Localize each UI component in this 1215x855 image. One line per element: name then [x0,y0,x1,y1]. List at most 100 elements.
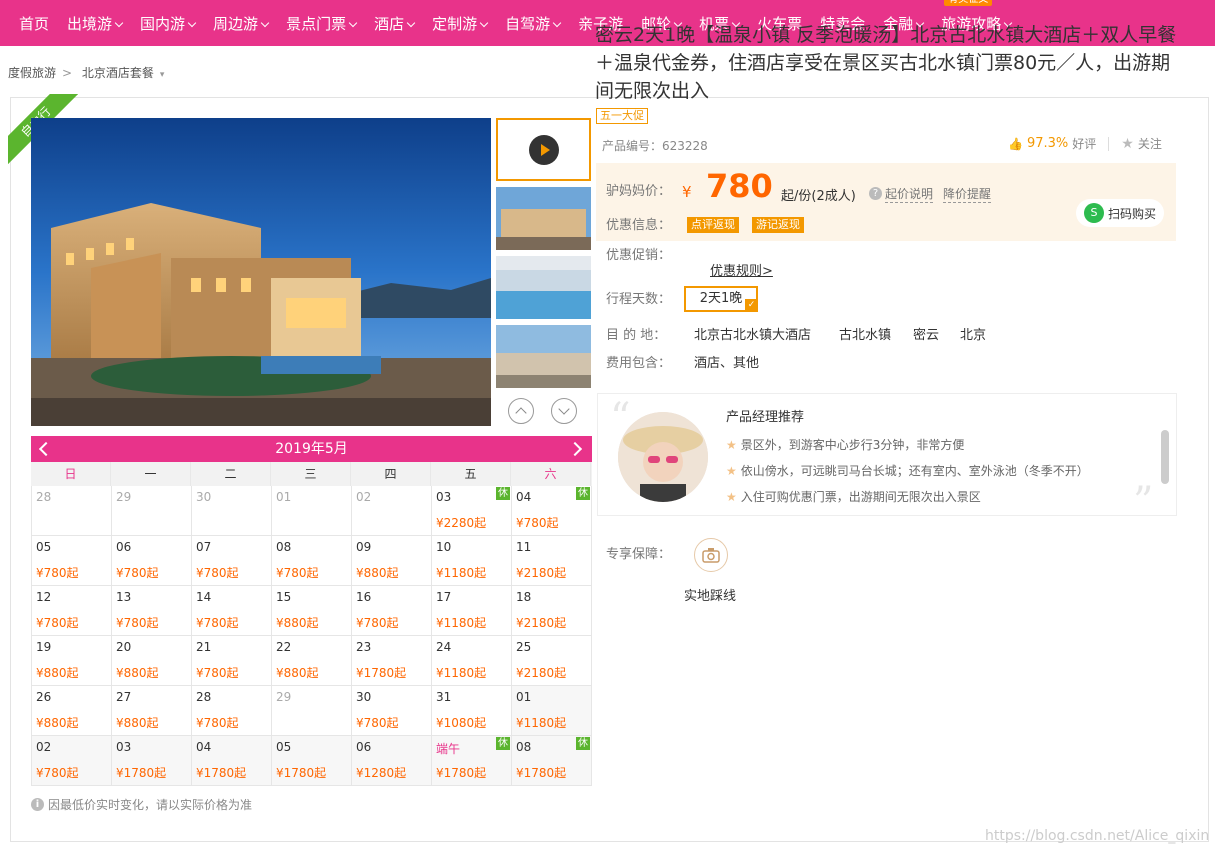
promo-rules-link[interactable]: 优惠规则> [710,260,773,279]
day-price: ¥880起 [116,716,159,730]
calendar-day[interactable]: 10 ¥1180起 [432,536,512,586]
video-thumbnail[interactable] [496,118,591,181]
offer-tag-review[interactable]: 点评返现 [687,217,739,233]
price-calendar: 2019年5月 日一二三四五六 28 29 30 01 02 03 ¥2280起休 04 ¥78… [31,436,592,786]
breadcrumb-item-vacation[interactable]: 度假旅游 [8,66,56,80]
calendar-day: 29 [112,486,192,536]
calendar-day[interactable]: 01 ¥1180起 [512,686,592,736]
calendar-day[interactable]: 15 ¥880起 [272,586,352,636]
calendar-day[interactable]: 24 ¥1180起 [432,636,512,686]
calendar-day[interactable]: 05 ¥780起 [32,536,112,586]
camera-icon[interactable] [694,538,728,572]
calendar-day[interactable]: 30 ¥780起 [352,686,432,736]
calendar-day[interactable]: 03 ¥2280起 休 [432,486,512,536]
calendar-day[interactable]: 05 ¥1780起 [272,736,352,786]
calendar-day[interactable]: 20 ¥880起 [112,636,192,686]
calendar-day[interactable]: 17 ¥1180起 [432,586,512,636]
calendar-day[interactable]: 03 ¥1780起 [112,736,192,786]
calendar-day[interactable]: 07 ¥780起 [192,536,272,586]
price-note: i 因最低价实时变化，请以实际价格为准 [31,796,252,813]
price-explain-link[interactable]: 起价说明 [885,185,934,203]
calendar-day[interactable]: 11 ¥2180起 [512,536,592,586]
manager-title: 产品经理推荐 [726,410,805,425]
calendar-day[interactable]: 19 ¥880起 [32,636,112,686]
nav-item[interactable]: 酒店 [365,0,423,46]
day-number: 13 [116,590,132,604]
calendar-day[interactable]: 06 ¥1280起 [352,736,432,786]
nav-item[interactable]: 国内游 [131,0,204,46]
calendar-day[interactable]: 端午 ¥1780起 休 [432,736,512,786]
calendar-day[interactable]: 04 ¥780起 休 [512,486,592,536]
follow-button[interactable]: 关注 [1138,135,1162,152]
calendar-day[interactable]: 25 ¥2180起 [512,636,592,686]
chevron-down-icon[interactable]: ▾ [160,70,165,80]
day-number: 15 [276,590,292,604]
thumbnail-hotel-exterior[interactable] [496,187,591,250]
divider [1108,136,1110,151]
calendar-day[interactable]: 08 ¥1780起 休 [512,736,592,786]
destination-item[interactable]: 古北水镇 [839,324,891,343]
promo-tag: 五一大促 [596,108,648,124]
calendar-day[interactable]: 16 ¥780起 [352,586,432,636]
thumbnail-up-button[interactable] [508,398,534,424]
day-price: ¥1780起 [116,766,167,780]
day-number: 12 [36,590,52,604]
day-number: 27 [116,690,132,704]
price-alert-link[interactable]: 降价提醒 [943,185,992,203]
nav-item[interactable]: 出境游 [58,0,131,46]
calendar-day[interactable]: 14 ¥780起 [192,586,272,636]
product-title: 密云2天1晚【温泉小镇 反季泡暖汤】北京古北水镇大酒店＋双人早餐＋温泉代金券，住… [595,24,1177,102]
calendar-day[interactable]: 27 ¥880起 [112,686,192,736]
day-number: 17 [436,590,452,604]
calendar-day[interactable]: 28 ¥780起 [192,686,272,736]
calendar-day[interactable]: 13 ¥780起 [112,586,192,636]
next-month-button[interactable] [567,441,583,457]
main-hotel-image[interactable] [31,118,491,426]
day-number: 端午 [436,742,461,756]
weekday-label: 日 [31,462,111,486]
calendar-day[interactable]: 26 ¥880起 [32,686,112,736]
day-number: 03 [436,490,452,504]
destination-item[interactable]: 北京 [960,324,986,343]
thumbnail-hotel-day[interactable] [496,325,591,388]
calendar-day[interactable]: 22 ¥880起 [272,636,352,686]
manager-scrollbar[interactable] [1161,430,1169,484]
scan-buy-button[interactable]: S 扫码购买 [1076,199,1164,227]
calendar-day[interactable]: 31 ¥1080起 [432,686,512,736]
calendar-day[interactable]: 08 ¥780起 [272,536,352,586]
day-number: 28 [196,690,212,704]
offer-tag-travelnote[interactable]: 游记返现 [752,217,804,233]
calendar-day[interactable]: 04 ¥1780起 [192,736,272,786]
day-number: 05 [36,540,52,554]
thumbnail-down-button[interactable] [551,398,577,424]
play-icon [528,134,559,165]
days-option[interactable]: 2天1晚 [684,286,758,312]
destination-item[interactable]: 北京古北水镇大酒店 [694,324,811,343]
thumbnail-pool[interactable] [496,256,591,319]
day-price: ¥1180起 [436,566,487,580]
day-number: 18 [516,590,532,604]
calendar-day: 02 [352,486,432,536]
nav-item[interactable]: 首页 [10,0,58,46]
prev-month-button[interactable] [38,441,54,457]
calendar-day[interactable]: 21 ¥780起 [192,636,272,686]
destination-item[interactable]: 密云 [913,324,939,343]
nav-item[interactable]: 景点门票 [277,0,365,46]
nav-item[interactable]: 定制游 [423,0,496,46]
calendar-day[interactable]: 09 ¥880起 [352,536,432,586]
help-icon[interactable]: ? [869,187,882,200]
nav-item[interactable]: 自驾游 [496,0,569,46]
calendar-day[interactable]: 23 ¥1780起 [352,636,432,686]
day-number: 11 [516,540,532,554]
breadcrumb-item-beijing-hotel[interactable]: 北京酒店套餐 [82,66,154,80]
star-icon[interactable]: ★ [1121,136,1134,152]
price-label: 驴妈妈价： [606,184,672,199]
calendar-day[interactable]: 02 ¥780起 [32,736,112,786]
nav-item[interactable]: 周边游 [204,0,277,46]
manager-point: ★ 入住可购优惠门票，出游期间无限次出入景区 [726,489,981,505]
calendar-day[interactable]: 06 ¥780起 [112,536,192,586]
calendar-day[interactable]: 18 ¥2180起 [512,586,592,636]
days-label: 行程天数： [606,292,672,307]
miniprogram-icon: S [1083,203,1104,223]
calendar-day[interactable]: 12 ¥780起 [32,586,112,636]
